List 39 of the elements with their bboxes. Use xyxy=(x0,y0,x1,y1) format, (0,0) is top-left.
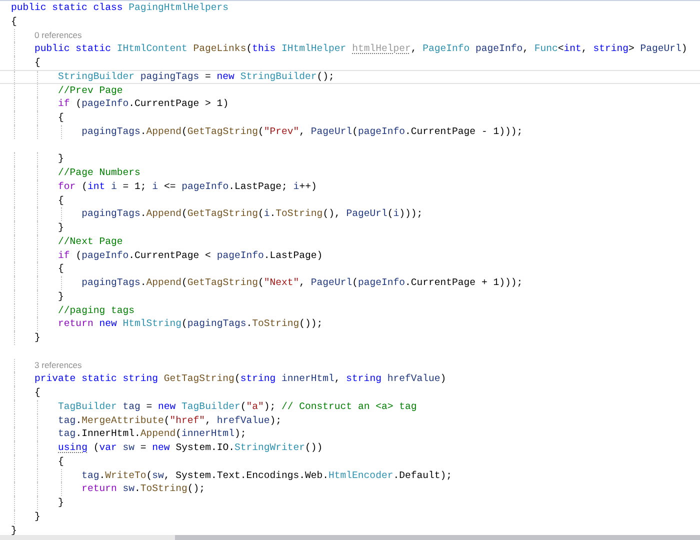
code-line: tag.WriteTo(sw, System.Text.Encodings.Web.HtmlEncoder.Default); xyxy=(0,468,700,482)
code-line: } xyxy=(0,331,700,345)
reference-count-link[interactable]: 3 references xyxy=(34,360,82,370)
code-line: } xyxy=(0,510,700,524)
code-line: tag.InnerHtml.Append(innerHtml); xyxy=(0,427,700,441)
code-line: return new HtmlString(pagingTags.ToString()); xyxy=(0,317,700,331)
code-line: //paging tags xyxy=(0,304,700,318)
code-line: { xyxy=(0,111,700,125)
code-line: pagingTags.Append(GetTagString("Prev", PageUrl(pageInfo.CurrentPage - 1))); xyxy=(0,124,700,138)
code-line: { xyxy=(0,386,700,400)
code-line: //Prev Page xyxy=(0,84,700,98)
reference-count-link[interactable]: 0 references xyxy=(34,30,82,40)
code-line: if (pageInfo.CurrentPage < pageInfo.LastPage) xyxy=(0,248,700,262)
code-line: private static string GetTagString(string innerHtml, string hrefValue) xyxy=(0,372,700,386)
code-line: if (pageInfo.CurrentPage > 1) xyxy=(0,97,700,111)
code-line: for (int i = 1; i <= pageInfo.LastPage; i++) xyxy=(0,180,700,194)
code-line: return sw.ToString(); xyxy=(0,482,700,496)
code-line: public static class PagingHtmlHelpers xyxy=(10,1,230,15)
code-line: { xyxy=(0,194,700,208)
code-line: } xyxy=(10,524,18,538)
horizontal-scrollbar[interactable] xyxy=(0,535,700,540)
code-line: public static IHtmlContent PageLinks(this IHtmlHelper htmlHelper, PageInfo pageInfo, Func<int, string> PageUrl) xyxy=(0,42,700,56)
code-line: pagingTags.Append(GetTagString("Next", PageUrl(pageInfo.CurrentPage + 1))); xyxy=(0,276,700,290)
code-line: //Next Page xyxy=(0,234,700,248)
code-line: using (var sw = new System.IO.StringWriter()) xyxy=(0,441,700,455)
code-line: { xyxy=(0,56,700,70)
code-line: { xyxy=(10,14,18,28)
code-editor[interactable] xyxy=(0,0,700,540)
code-line: StringBuilder pagingTags = new StringBuilder(); xyxy=(0,70,700,84)
code-line: } xyxy=(0,152,700,166)
code-line: pagingTags.Append(GetTagString(i.ToString(), PageUrl(i))); xyxy=(0,207,700,221)
code-line: } xyxy=(0,221,700,235)
code-line: { xyxy=(0,262,700,276)
code-line: } xyxy=(0,496,700,510)
code-line: //Page Numbers xyxy=(0,166,700,180)
code-line: tag.MergeAttribute("href", hrefValue); xyxy=(0,414,700,428)
code-line: } xyxy=(0,290,700,304)
code-line: { xyxy=(0,454,700,468)
code-line: TagBuilder tag = new TagBuilder("a"); // Construct an <a> tag xyxy=(0,400,700,414)
